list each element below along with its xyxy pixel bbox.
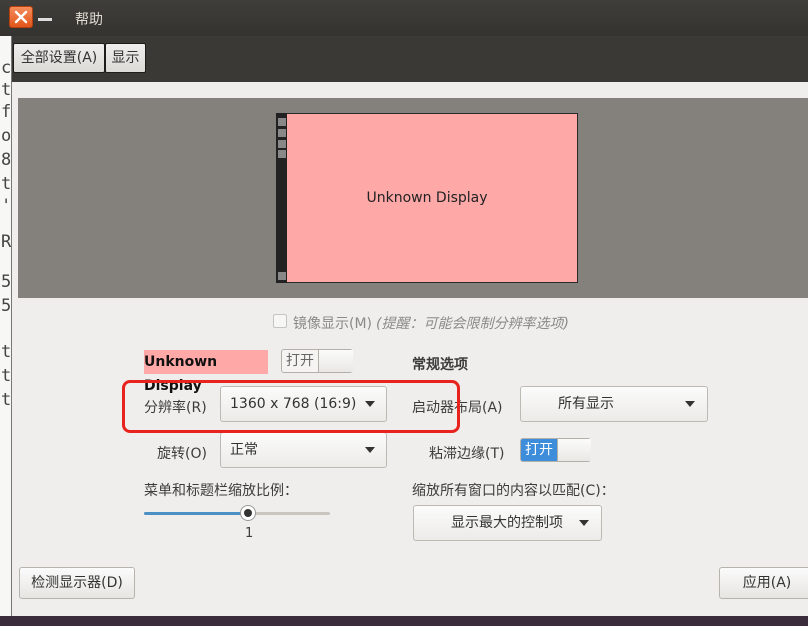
title-bar — [0, 0, 808, 36]
mirror-checkbox[interactable] — [273, 314, 287, 328]
toggle-knob — [318, 350, 353, 372]
launcher-icon — [278, 129, 286, 137]
close-icon — [14, 10, 28, 24]
sticky-edges-label: 粘滞边缘(T) — [429, 446, 505, 462]
toggle-label: 打开 — [286, 353, 314, 369]
terminal-char: t — [1, 342, 12, 362]
scale-all-windows-dropdown[interactable]: 显示最大的控制项 — [413, 505, 602, 541]
scale-slider-fill — [144, 512, 249, 515]
desktop-background — [0, 616, 808, 626]
scale-slider-handle[interactable] — [240, 505, 257, 521]
close-button[interactable] — [9, 6, 33, 28]
terminal-char: ' — [1, 196, 12, 216]
terminal-char: 5 — [1, 296, 12, 316]
scale-all-windows-value: 显示最大的控制项 — [451, 515, 563, 531]
launcher-icon — [278, 118, 286, 126]
terminal-char: t — [1, 174, 12, 194]
terminal-char: c — [1, 58, 12, 78]
terminal-char: t — [1, 366, 12, 386]
all-settings-button[interactable]: 全部设置(A) — [13, 43, 105, 73]
terminal-char: R — [1, 232, 12, 252]
highlight-annotation — [122, 380, 460, 433]
scale-value: 1 — [245, 526, 254, 541]
sticky-edges-toggle[interactable]: 打开 — [520, 438, 591, 462]
chevron-down-icon — [579, 520, 589, 526]
launcher-icon — [278, 140, 286, 148]
mirror-label: 镜像显示(M) — [293, 316, 373, 332]
terminal-edge — [11, 36, 12, 626]
toggle-label: 打开 — [521, 439, 557, 461]
detect-displays-button[interactable]: 检测显示器(D) — [19, 567, 135, 599]
display-power-toggle[interactable]: 打开 — [281, 349, 353, 373]
rotation-label: 旋转(O) — [157, 446, 207, 462]
chevron-down-icon — [365, 447, 375, 453]
window-title: 帮助 — [75, 12, 103, 28]
toggle-knob — [557, 439, 591, 461]
apply-button[interactable]: 应用(A) — [719, 567, 808, 599]
terminal-char: o — [1, 126, 12, 146]
launcher-icon — [278, 272, 286, 280]
display-name: Unknown Display — [144, 350, 268, 394]
terminal-char: t — [1, 80, 12, 100]
rotation-dropdown[interactable]: 正常 — [220, 432, 387, 468]
terminal-char: 5 — [1, 272, 12, 292]
terminal-char: t — [1, 390, 12, 410]
mirror-hint: (提醒：可能会限制分辨率选项) — [376, 316, 569, 332]
rotation-value: 正常 — [230, 442, 258, 458]
minimize-button[interactable] — [38, 18, 52, 21]
terminal-char: f — [1, 102, 12, 122]
display-breadcrumb-button[interactable]: 显示 — [105, 43, 146, 73]
launcher-placement-dropdown[interactable]: 所有显示 — [520, 386, 708, 422]
scale-all-windows-label: 缩放所有窗口的内容以匹配(C)： — [412, 483, 615, 499]
launcher-placement-value: 所有显示 — [558, 396, 614, 412]
terminal-char: 8 — [1, 150, 12, 170]
general-options-heading: 常规选项 — [412, 357, 468, 373]
chevron-down-icon — [685, 401, 695, 407]
monitor-label: Unknown Display — [366, 190, 488, 206]
launcher-icon — [278, 150, 286, 158]
scale-label: 菜单和标题栏缩放比例： — [144, 483, 298, 499]
